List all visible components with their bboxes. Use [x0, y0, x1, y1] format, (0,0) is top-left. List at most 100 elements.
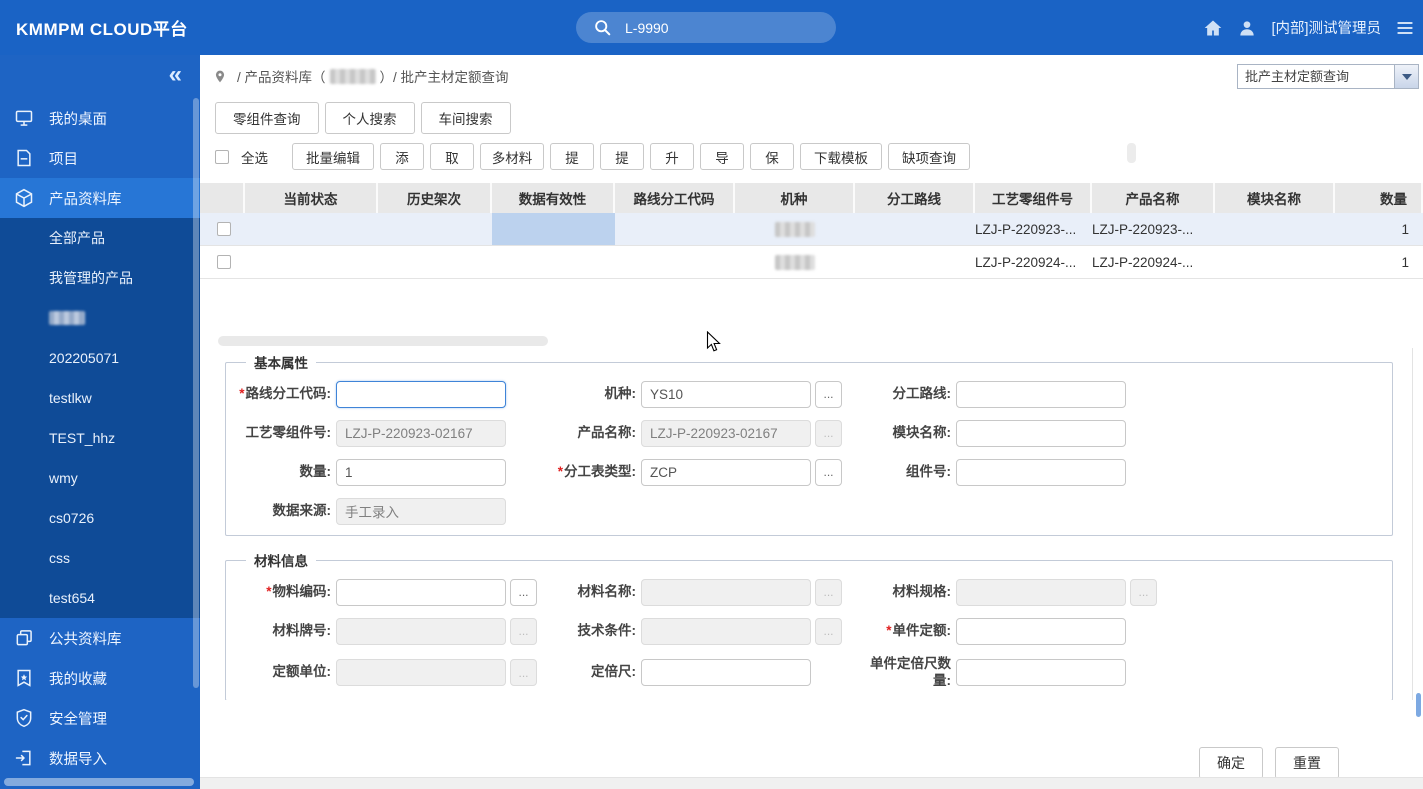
sidebar-subitem[interactable]: wmy — [0, 458, 200, 498]
search-input[interactable] — [625, 20, 805, 36]
table-row[interactable]: LZJ-P-220924-... LZJ-P-220924-... 1 — [200, 246, 1423, 279]
multi-material-button[interactable]: 多材料 — [480, 143, 544, 170]
sidebar-subitem[interactable]: test654 — [0, 578, 200, 618]
sidebar-subitem-my-products[interactable]: 我管理的产品 — [0, 258, 200, 298]
table-horizontal-scrollbar[interactable] — [218, 336, 548, 346]
sidebar-item-project[interactable]: 项目 — [0, 138, 200, 178]
sidebar-item-label: 产品资料库 — [49, 188, 122, 209]
division-table-type-input[interactable] — [641, 459, 811, 486]
sidebar-item-label: 我的桌面 — [49, 108, 107, 129]
detail-form: 基本属性 *路线分工代码: 机种: ... 分工路线: — [200, 348, 1423, 700]
col-header[interactable]: 分工路线 — [855, 183, 975, 213]
sidebar-subitem-all-products[interactable]: 全部产品 — [0, 218, 200, 258]
cube-icon — [14, 188, 34, 208]
route-code-input[interactable] — [336, 381, 506, 408]
field-label: 定额单位: — [236, 664, 336, 681]
batch-edit-button[interactable]: 批量编辑 — [292, 143, 374, 170]
col-header[interactable]: 历史架次 — [378, 183, 492, 213]
menu-icon[interactable] — [1395, 18, 1415, 38]
unit-quota-input[interactable] — [956, 618, 1126, 645]
sidebar-collapse-icon[interactable]: « — [169, 63, 182, 87]
sidebar-subitem[interactable]: css — [0, 538, 200, 578]
sidebar-item-security[interactable]: 安全管理 — [0, 698, 200, 738]
col-header[interactable]: 产品名称 — [1092, 183, 1215, 213]
unit-fixed-qty-input[interactable] — [956, 659, 1126, 686]
user-icon[interactable] — [1237, 18, 1257, 38]
tab-personal-search[interactable]: 个人搜索 — [325, 102, 415, 134]
row-checkbox[interactable] — [217, 222, 231, 236]
toolbar-mini-scrollbar[interactable] — [1127, 143, 1136, 163]
machine-type-browse-button[interactable]: ... — [815, 381, 842, 408]
material-spec-input — [956, 579, 1126, 606]
material-info-section: 材料信息 *物料编码: ... 材料名称: ... 材料规格: — [225, 550, 1393, 700]
selected-cell — [492, 213, 615, 245]
division-table-type-browse-button[interactable]: ... — [815, 459, 842, 486]
field-product-name: 产品名称: ... — [541, 419, 856, 447]
global-search[interactable] — [576, 12, 836, 43]
sidebar-vertical-scrollbar[interactable] — [193, 98, 199, 688]
material-code-input[interactable] — [336, 579, 506, 606]
download-template-button[interactable]: 下载模板 — [800, 143, 882, 170]
material-code-browse-button[interactable]: ... — [510, 579, 537, 606]
field-material-spec: 材料规格: ... — [856, 578, 1384, 606]
reset-button[interactable]: 重置 — [1275, 747, 1339, 779]
col-header[interactable]: 工艺零组件号 — [975, 183, 1092, 213]
machine-type-input[interactable] — [641, 381, 811, 408]
field-fixed-length: 定倍尺: — [541, 656, 856, 690]
fixed-length-input[interactable] — [641, 659, 811, 686]
tech-condition-browse-button: ... — [815, 618, 842, 645]
sidebar-item-favorites[interactable]: 我的收藏 — [0, 658, 200, 698]
col-header[interactable]: 机种 — [735, 183, 855, 213]
upgrade-button[interactable]: 升 — [650, 143, 694, 170]
module-name-input[interactable] — [956, 420, 1126, 447]
field-label: 定倍尺: — [541, 664, 641, 681]
col-header[interactable]: 路线分工代码 — [615, 183, 735, 213]
quantity-input[interactable] — [336, 459, 506, 486]
submit-button-1[interactable]: 提 — [550, 143, 594, 170]
page-selector-dropdown[interactable]: 批产主材定额查询 — [1237, 64, 1419, 89]
missing-item-query-button[interactable]: 缺项查询 — [888, 143, 970, 170]
sidebar-subitem[interactable]: TEST_hhz — [0, 418, 200, 458]
sidebar-subitem[interactable]: testlkw — [0, 378, 200, 418]
basic-properties-section: 基本属性 *路线分工代码: 机种: ... 分工路线: — [225, 352, 1393, 536]
sidebar-horizontal-scrollbar[interactable] — [4, 778, 194, 786]
project-icon — [14, 148, 34, 168]
sidebar-subitem[interactable]: cs0726 — [0, 498, 200, 538]
sidebar-item-my-desktop[interactable]: 我的桌面 — [0, 98, 200, 138]
sidebar-item-product-library[interactable]: 产品资料库 — [0, 178, 200, 218]
tab-workshop-search[interactable]: 车间搜索 — [421, 102, 511, 134]
home-icon[interactable] — [1203, 18, 1223, 38]
field-label: 工艺零组件号: — [236, 425, 336, 442]
col-header[interactable]: 模块名称 — [1215, 183, 1335, 213]
current-user-label[interactable]: [内部]测试管理员 — [1271, 17, 1381, 38]
component-no-input[interactable] — [956, 459, 1126, 486]
table-row[interactable]: LZJ-P-220923-... LZJ-P-220923-... 1 — [200, 213, 1423, 246]
col-header[interactable]: 数据有效性 — [492, 183, 615, 213]
layers-icon — [14, 628, 34, 648]
confirm-button[interactable]: 确定 — [1199, 747, 1263, 779]
sidebar-subitem[interactable]: 202205071 — [0, 338, 200, 378]
row-checkbox[interactable] — [217, 255, 231, 269]
search-icon — [594, 19, 611, 36]
material-brand-browse-button: ... — [510, 618, 537, 645]
form-footer: 确定 重置 — [1199, 747, 1339, 779]
tab-part-query[interactable]: 零组件查询 — [215, 102, 319, 134]
division-route-input[interactable] — [956, 381, 1126, 408]
product-name-cell: LZJ-P-220923-... — [1092, 213, 1215, 245]
add-button[interactable]: 添 — [380, 143, 424, 170]
sidebar-item-public-library[interactable]: 公共资料库 — [0, 618, 200, 658]
fetch-button[interactable]: 取 — [430, 143, 474, 170]
col-header[interactable]: 当前状态 — [245, 183, 378, 213]
sidebar-item-label: 我的收藏 — [49, 668, 107, 689]
sidebar-item-data-import[interactable]: 数据导入 — [0, 738, 200, 778]
export-button[interactable]: 导 — [700, 143, 744, 170]
sidebar-subitem-censored[interactable] — [0, 298, 200, 338]
censored-cell — [775, 222, 815, 237]
col-header[interactable]: 数量 — [1335, 183, 1423, 213]
form-scrollbar-thumb[interactable] — [1416, 693, 1421, 717]
save-button[interactable]: 保 — [750, 143, 794, 170]
select-all-checkbox[interactable] — [215, 150, 229, 164]
chevron-down-icon[interactable] — [1394, 65, 1418, 88]
field-data-source: 数据来源: — [236, 497, 541, 525]
submit-button-2[interactable]: 提 — [600, 143, 644, 170]
